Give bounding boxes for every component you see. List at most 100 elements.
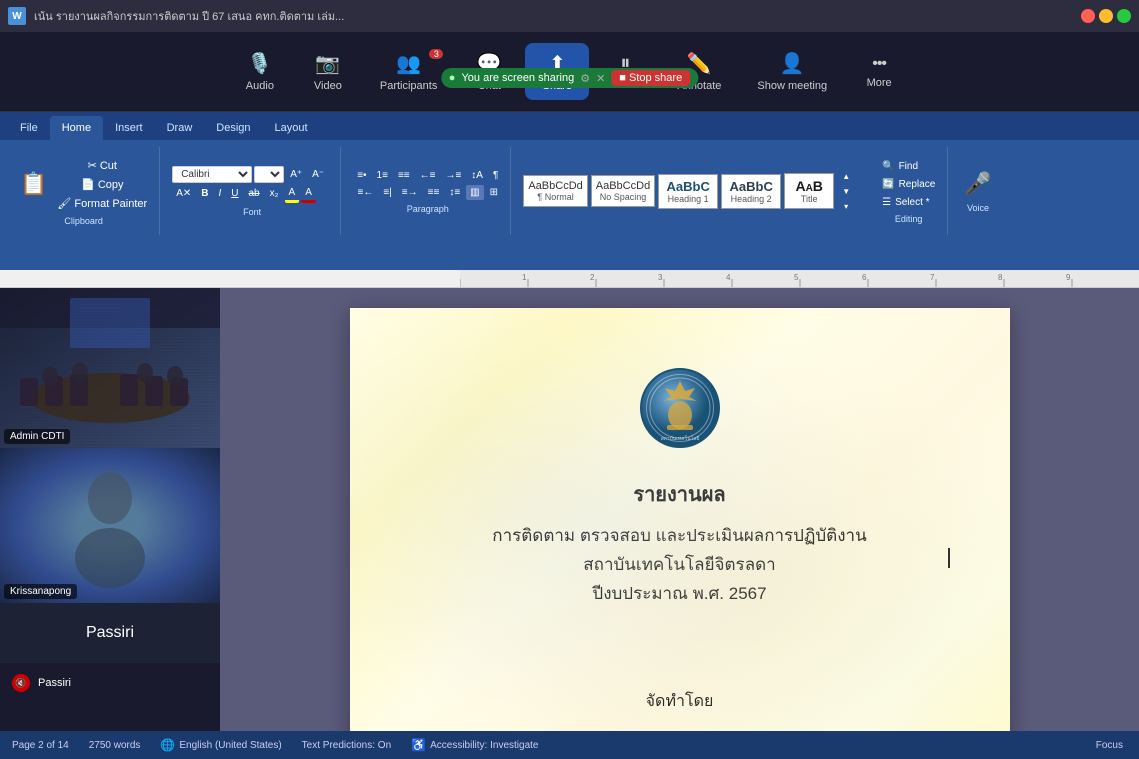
bullets-button[interactable]: ≡• bbox=[353, 168, 370, 183]
align-left-button[interactable]: ≡← bbox=[354, 185, 378, 200]
show-meeting-button[interactable]: 👤 Show meeting bbox=[741, 43, 843, 100]
doc-line3: ปีงบประมาณ พ.ศ. 2567 bbox=[430, 580, 930, 609]
shading-button[interactable]: ▥ bbox=[466, 185, 483, 200]
admin-name-badge: Admin CDTI bbox=[4, 429, 70, 444]
focus-button[interactable]: Focus bbox=[1092, 738, 1127, 753]
decrease-indent-button[interactable]: ←≡ bbox=[416, 168, 440, 183]
styles-more[interactable]: ▾ bbox=[838, 200, 854, 213]
styles-scroll-up[interactable]: ▲ bbox=[838, 170, 854, 183]
accessibility-text: Accessibility: Investigate bbox=[430, 740, 538, 751]
clear-format-button[interactable]: A✕ bbox=[172, 186, 195, 201]
video-button[interactable]: 📷 Video bbox=[296, 43, 360, 100]
text-predictions-text: Text Predictions: On bbox=[302, 740, 391, 751]
find-button[interactable]: 🔍 Find bbox=[878, 159, 922, 174]
close-btn[interactable] bbox=[1081, 9, 1095, 23]
tab-layout[interactable]: Layout bbox=[263, 116, 320, 140]
svg-text:9: 9 bbox=[1066, 273, 1071, 282]
font-color-button[interactable]: A bbox=[301, 185, 316, 203]
style-heading1[interactable]: AaBbC Heading 1 bbox=[658, 174, 718, 209]
dictate-button[interactable]: 🎤 bbox=[960, 169, 995, 199]
window-controls bbox=[1081, 9, 1131, 23]
doc-footer: จัดทำโดย bbox=[430, 689, 930, 714]
minimize-btn[interactable] bbox=[1099, 9, 1113, 23]
passiri-name: Passiri bbox=[86, 624, 134, 642]
participants-label: Participants bbox=[380, 80, 437, 92]
format-painter-button[interactable]: 🖌 Format Painter bbox=[53, 195, 151, 212]
svg-text:2: 2 bbox=[590, 273, 595, 282]
horizontal-ruler: 1 2 3 4 5 6 7 8 9 bbox=[0, 270, 1139, 288]
highlight-button[interactable]: A bbox=[285, 185, 300, 203]
show-meeting-label: Show meeting bbox=[757, 80, 827, 92]
doc-line2: สถาบันเทคโนโลยีจิตรลดา bbox=[430, 551, 930, 580]
copy-button[interactable]: 📄 Copy bbox=[53, 176, 151, 193]
more-button[interactable]: ••• More bbox=[847, 47, 911, 97]
passiri-label-text: Passiri bbox=[38, 677, 71, 689]
tab-draw[interactable]: Draw bbox=[155, 116, 205, 140]
status-bar: Page 2 of 14 2750 words 🌐 English (Unite… bbox=[0, 731, 1139, 759]
align-right-button[interactable]: ≡→ bbox=[398, 185, 422, 200]
video-icon: 📷 bbox=[315, 51, 340, 76]
grow-font-button[interactable]: A⁺ bbox=[286, 167, 306, 182]
style-normal[interactable]: AaBbCcDd ¶ Normal bbox=[523, 175, 587, 207]
cut-button[interactable]: ✂ Cut bbox=[53, 157, 151, 174]
align-center-button[interactable]: ≡| bbox=[379, 185, 395, 200]
select-button[interactable]: ☰ Select * bbox=[878, 195, 933, 210]
paste-button[interactable]: 📋 bbox=[16, 171, 51, 197]
tab-file[interactable]: File bbox=[8, 116, 50, 140]
krissanapong-name-badge: Krissanapong bbox=[4, 584, 77, 599]
underline-button[interactable]: U bbox=[227, 186, 242, 201]
screen-share-text: You are screen sharing bbox=[461, 72, 574, 84]
replace-button[interactable]: 🔄 Replace bbox=[878, 177, 939, 192]
line-spacing-button[interactable]: ↕≡ bbox=[445, 185, 464, 200]
ribbon-content: 📋 ✂ Cut 📄 Copy 🖌 Format Painter Clipboar… bbox=[0, 140, 1139, 242]
clipboard-label: Clipboard bbox=[64, 216, 103, 226]
page-number: Page 2 of 14 bbox=[12, 740, 69, 751]
justify-button[interactable]: ≡≡ bbox=[424, 185, 444, 200]
style-heading2[interactable]: AaBbC Heading 2 bbox=[721, 174, 781, 209]
style-no-spacing[interactable]: AaBbCcDd No Spacing bbox=[591, 175, 655, 207]
numbering-button[interactable]: 1≡ bbox=[373, 168, 392, 183]
ribbon-group-styles: AaBbCcDd ¶ Normal AaBbCcDd No Spacing Aa… bbox=[515, 147, 862, 235]
borders-button[interactable]: ⊞ bbox=[486, 185, 502, 200]
svg-text:1: 1 bbox=[522, 273, 527, 282]
maximize-btn[interactable] bbox=[1117, 9, 1131, 23]
meeting-room-image bbox=[0, 288, 220, 448]
document-emblem: สถาบันเทคโนโลยี bbox=[430, 368, 930, 448]
stop-share-button[interactable]: ■ Stop share bbox=[611, 70, 690, 86]
passiri-tile: Passiri bbox=[0, 603, 220, 663]
shrink-font-button[interactable]: A⁻ bbox=[308, 167, 328, 182]
participants-button[interactable]: 👥 Participants 3 bbox=[364, 43, 453, 100]
style-title[interactable]: AaB Title bbox=[784, 173, 834, 209]
italic-button[interactable]: I bbox=[214, 186, 225, 201]
subscript-button[interactable]: x₂ bbox=[266, 186, 283, 201]
krissanapong-video: Krissanapong bbox=[0, 448, 220, 603]
audio-button[interactable]: 🎙️ Audio bbox=[228, 43, 292, 100]
mute-indicator: 🔇 bbox=[12, 674, 30, 692]
language-indicator: 🌐 English (United States) bbox=[160, 738, 281, 752]
editing-label: Editing bbox=[895, 214, 923, 224]
svg-text:8: 8 bbox=[998, 273, 1003, 282]
video-tile-admin: Admin CDTI bbox=[0, 288, 220, 448]
tab-insert[interactable]: Insert bbox=[103, 116, 155, 140]
show-paragraph-button[interactable]: ¶ bbox=[489, 168, 502, 183]
ribbon-group-font: Calibri 11 A⁺ A⁻ A✕ B I U ab x₂ A A Font bbox=[164, 147, 341, 235]
language-text: English (United States) bbox=[179, 740, 281, 751]
bold-button[interactable]: B bbox=[197, 186, 212, 201]
font-name-select[interactable]: Calibri bbox=[172, 166, 252, 183]
doc-title-sub: การติดตาม ตรวจสอบ และประเมินผลการปฏิบัติ… bbox=[430, 522, 930, 609]
tab-home[interactable]: Home bbox=[50, 116, 103, 140]
increase-indent-button[interactable]: →≡ bbox=[441, 168, 465, 183]
page-info: Page 2 of 14 bbox=[12, 740, 69, 751]
multilevel-button[interactable]: ≡≡ bbox=[394, 168, 414, 183]
tab-design[interactable]: Design bbox=[204, 116, 262, 140]
strikethrough-button[interactable]: ab bbox=[245, 186, 264, 201]
ruler-marks: 1 2 3 4 5 6 7 8 9 bbox=[0, 270, 1139, 287]
styles-scroll-down[interactable]: ▼ bbox=[838, 185, 854, 198]
doc-title-main: รายงานผล bbox=[430, 478, 930, 510]
sort-button[interactable]: ↕A bbox=[467, 168, 487, 183]
font-size-select[interactable]: 11 bbox=[254, 166, 284, 183]
participants-badge: 3 bbox=[429, 49, 443, 59]
svg-text:7: 7 bbox=[930, 273, 935, 282]
person-silhouette bbox=[60, 468, 160, 588]
audio-icon: 🎙️ bbox=[247, 51, 272, 76]
